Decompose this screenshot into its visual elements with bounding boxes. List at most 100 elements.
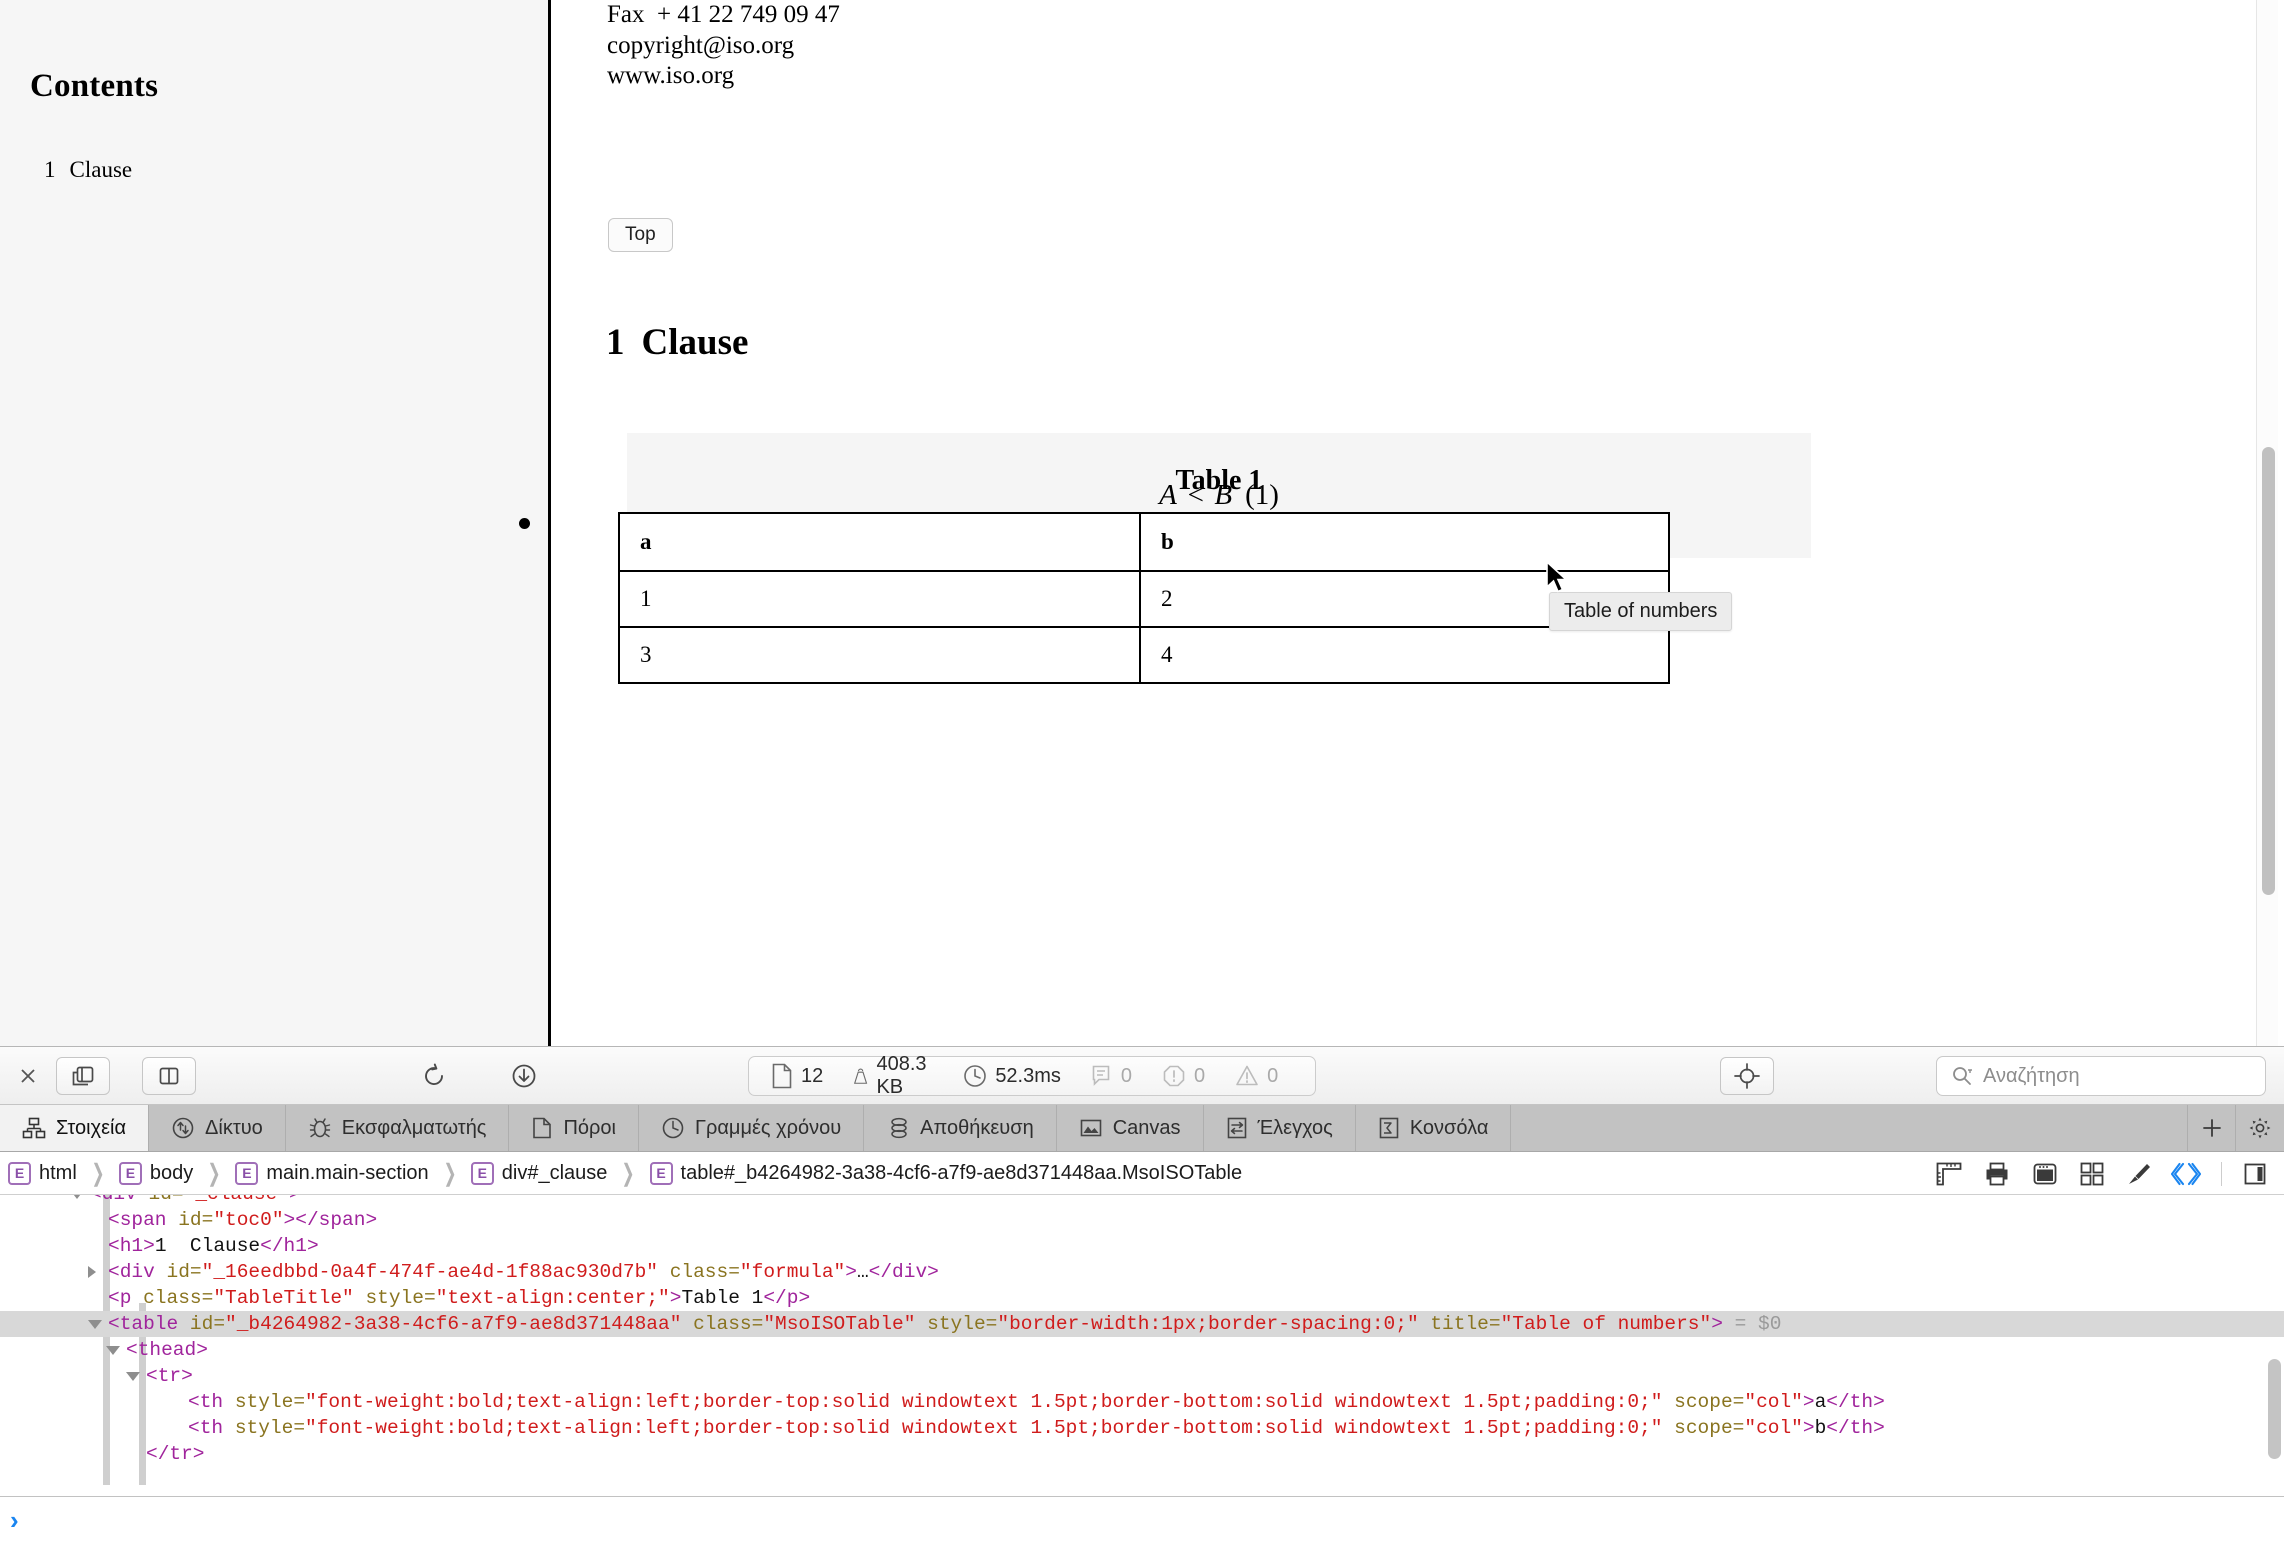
source-token: = $0 (1722, 1313, 1782, 1335)
inspector-search-field[interactable]: Αναζήτηση (1936, 1056, 2266, 1096)
source-token: class= (681, 1313, 764, 1335)
dom-line-source: <h1>1 Clause</h1> (108, 1235, 319, 1257)
source-token: <div (108, 1261, 167, 1283)
expand-twisty-icon[interactable] (88, 1266, 96, 1278)
table-row: 1 2 (618, 570, 1670, 628)
audit-icon (1227, 1117, 1246, 1139)
console-icon (1379, 1117, 1399, 1139)
stat-warning-count[interactable]: 0 (1235, 1064, 1278, 1088)
table-cell: 3 (618, 626, 1141, 684)
search-placeholder: Αναζήτηση (1983, 1064, 2080, 1087)
stat-resource-count: 12 (771, 1063, 823, 1089)
close-inspector-button[interactable] (8, 1057, 48, 1095)
page-vertical-scrollbar[interactable] (2256, 0, 2278, 1046)
dock-side-icon (72, 1066, 94, 1086)
brush-icon[interactable] (2125, 1161, 2151, 1187)
window-icon[interactable] (2031, 1161, 2059, 1187)
source-token: class= (658, 1261, 740, 1283)
grid-icon[interactable] (2079, 1161, 2105, 1187)
source-token: … (856, 1261, 869, 1283)
split-view-button[interactable] (142, 1057, 196, 1095)
collapse-twisty-icon[interactable] (106, 1346, 120, 1355)
dom-tree-line[interactable]: <th style="font-weight:bold;text-align:l… (0, 1415, 2284, 1441)
elements-icon (22, 1117, 46, 1139)
breadcrumb-item-html[interactable]: E html (8, 1161, 77, 1185)
breadcrumb-item-table[interactable]: E table#_b4264982-3a38-4cf6-a7f9-ae8d371… (649, 1161, 1242, 1185)
source-token: > (1802, 1417, 1815, 1439)
stat-value: 0 (1120, 1064, 1133, 1087)
inspector-settings-button[interactable] (2236, 1105, 2284, 1151)
dom-tree-line[interactable]: <thead> (0, 1337, 2284, 1363)
source-token: class= (143, 1287, 214, 1309)
breadcrumb-item-body[interactable]: E body (118, 1161, 193, 1185)
breadcrumb-item-main[interactable]: E main.main-section (235, 1161, 429, 1185)
collapse-twisty-icon[interactable] (88, 1320, 102, 1329)
dom-tree-line[interactable]: <div id="_clause"> (0, 1195, 2284, 1207)
tab-network[interactable]: Δίκτυο (149, 1105, 286, 1151)
print-icon[interactable] (1983, 1161, 2011, 1187)
tab-storage[interactable]: Αποθήκευση (864, 1105, 1057, 1151)
warning-icon (1236, 1065, 1258, 1086)
download-button[interactable] (497, 1057, 551, 1095)
debugger-icon (309, 1118, 330, 1138)
layout-sidebar-icon[interactable] (2242, 1161, 2268, 1187)
dom-tree-line[interactable]: <div id="_16eedbbd-0a4f-474f-ae4d-1f88ac… (0, 1259, 2284, 1285)
element-badge: E (8, 1161, 31, 1185)
source-token: > (289, 1195, 301, 1205)
source-token: "font-weight:bold;text-align:left;border… (305, 1417, 1663, 1439)
tab-timelines[interactable]: Γραμμές χρόνου (638, 1105, 865, 1151)
dom-line-source: <tr> (146, 1365, 193, 1387)
stat-value: 0 (1267, 1064, 1279, 1087)
page-scrollbar-thumb[interactable] (2262, 447, 2275, 895)
top-button[interactable]: Top (608, 218, 673, 252)
tab-elements[interactable]: Στοιχεία (0, 1105, 150, 1151)
source-token: </tr> (146, 1443, 205, 1465)
code-icon[interactable] (2171, 1161, 2201, 1187)
breadcrumb-label: main.main-section (266, 1161, 429, 1184)
source-token: ></span> (283, 1209, 378, 1231)
console-prompt-icon: › (10, 1504, 19, 1535)
reload-button[interactable] (407, 1057, 461, 1095)
breadcrumb-label: html (39, 1161, 77, 1184)
console-prompt-bar[interactable]: › (0, 1496, 2284, 1542)
element-badge: E (118, 1161, 142, 1185)
source-token: > (669, 1287, 682, 1309)
add-tab-button[interactable] (2188, 1105, 2236, 1151)
source-token: "_b4264982-3a38-4cf6-a7f9-ae8d371448aa" (225, 1313, 682, 1335)
dom-tree-line[interactable]: <th style="font-weight:bold;text-align:l… (0, 1389, 2284, 1415)
dom-tree-line[interactable]: <tr> (0, 1363, 2284, 1389)
element-badge: E (649, 1161, 673, 1185)
tab-console[interactable]: Κονσόλα (1355, 1105, 1512, 1151)
document-content-pane: Fax + 41 22 749 09 47 copyright@iso.org … (554, 0, 2266, 1046)
dom-tree-line[interactable]: <table id="_b4264982-3a38-4cf6-a7f9-ae8d… (0, 1311, 2284, 1337)
source-token: <th (188, 1417, 235, 1439)
dock-side-button[interactable] (56, 1057, 110, 1095)
source-token: <h1> (108, 1235, 155, 1257)
toc-entry-clause[interactable]: 1 Clause (44, 157, 132, 183)
tab-canvas[interactable]: Canvas (1056, 1105, 1204, 1151)
dom-tree-line[interactable]: <h1>1 Clause</h1> (0, 1233, 2284, 1259)
stat-log-count[interactable]: 0 (1091, 1064, 1132, 1088)
source-token: 1 Clause (154, 1235, 261, 1257)
source-token: > (1802, 1391, 1815, 1413)
source-token: <tr> (146, 1365, 193, 1387)
source-token: </div> (868, 1261, 939, 1283)
inspect-element-button[interactable] (1720, 1057, 1774, 1095)
dom-tree-line[interactable]: <p class="TableTitle" style="text-align:… (0, 1285, 2284, 1311)
tab-debugger[interactable]: Εκσφαλματωτής (285, 1105, 510, 1151)
iso-data-table[interactable]: a b 1 2 3 4 (618, 512, 1670, 684)
mouse-cursor-icon (1544, 560, 1570, 596)
browser-page-viewport: Contents 1 Clause Fax + 41 22 749 09 47 c… (0, 0, 2284, 1046)
stat-error-count[interactable]: 0 (1162, 1064, 1205, 1088)
source-token: </th> (1826, 1391, 1885, 1413)
collapse-twisty-icon[interactable] (126, 1372, 140, 1381)
breadcrumb-item-clause[interactable]: E div#_clause (470, 1161, 607, 1185)
dom-tree-line[interactable]: </tr> (0, 1441, 2284, 1467)
source-token: <th (188, 1391, 235, 1413)
tab-audit[interactable]: Έλεγχος (1203, 1105, 1356, 1151)
dom-tree-line[interactable]: <span id="toc0"></span> (0, 1207, 2284, 1233)
collapse-twisty-icon[interactable] (70, 1195, 84, 1199)
tab-resources[interactable]: Πόροι (509, 1105, 639, 1151)
ruler-icon[interactable] (1935, 1161, 1963, 1187)
dom-tree-panel[interactable]: <div id="_clause"><span id="toc0"></span… (0, 1195, 2284, 1497)
